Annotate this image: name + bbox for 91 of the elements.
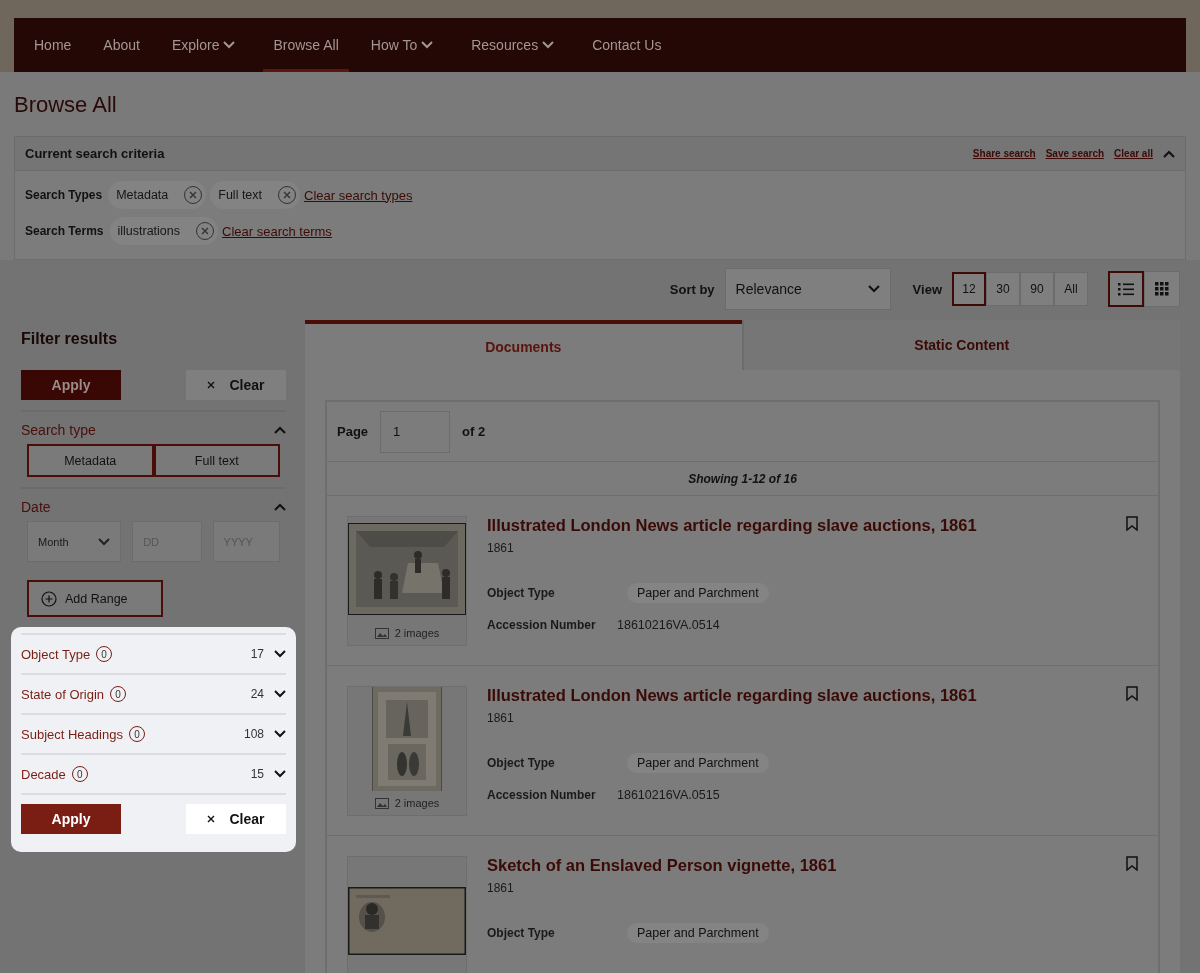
result-date: 1861 <box>487 711 515 725</box>
list-icon <box>1118 282 1134 296</box>
close-icon <box>201 227 210 235</box>
chevron-down-icon <box>274 690 286 698</box>
chip-label: Metadata <box>116 188 169 202</box>
apply-button[interactable]: Apply <box>21 804 121 834</box>
page-size-button[interactable]: 90 <box>1020 272 1054 306</box>
field-value: 18610216VA.0515 <box>617 788 721 802</box>
clear-link[interactable]: Clear search terms <box>222 223 332 239</box>
chevron-down-icon <box>98 537 111 546</box>
clear-button[interactable]: Clear <box>186 804 286 834</box>
page-size-button[interactable]: All <box>1054 272 1088 306</box>
clear-link[interactable]: Clear search types <box>304 187 413 203</box>
bookmark-icon[interactable] <box>1126 516 1138 531</box>
chip-label: Full text <box>218 188 263 202</box>
chip-label: illustrations <box>117 224 181 238</box>
thumbnail-card[interactable] <box>347 856 467 973</box>
facet-label[interactable]: State of Origin <box>21 686 105 702</box>
close-icon <box>189 191 198 199</box>
object-type-tag: Paper and Parchment <box>627 923 769 943</box>
nav-link[interactable]: Explore <box>161 18 246 72</box>
criteria-link[interactable]: Save search <box>1045 148 1105 159</box>
search-type-toggle[interactable]: Metadata <box>27 444 154 477</box>
nav-link[interactable]: About <box>93 18 150 72</box>
month-select[interactable]: Month <box>27 521 122 562</box>
bookmark-icon[interactable] <box>1126 856 1138 871</box>
chevron-down-icon <box>274 650 286 658</box>
results-count: Showing 1-12 of 16 <box>327 462 1158 496</box>
facet-count: 24 <box>250 687 264 701</box>
chevron-down-icon <box>274 730 286 738</box>
field-label: Object Type <box>487 586 556 600</box>
search-type-toggle[interactable]: Full text <box>153 444 280 477</box>
field-label: Object Type <box>487 756 556 770</box>
facet-label[interactable]: Decade <box>21 766 66 782</box>
image-icon <box>374 627 389 639</box>
view-label: View <box>912 281 942 297</box>
filter-title: Filter results <box>21 329 119 349</box>
chevron-down-icon <box>867 285 880 293</box>
close-icon <box>283 191 292 199</box>
thumbnail-card[interactable]: 2 images <box>347 686 467 816</box>
page-size-button[interactable]: 12 <box>952 272 986 306</box>
field-label: Accession Number <box>487 618 597 632</box>
apply-button[interactable]: Apply <box>21 370 121 400</box>
sort-label: Sort by <box>669 281 715 297</box>
image-count: 2 images <box>348 791 466 815</box>
nav-link[interactable]: Resources <box>461 18 565 72</box>
close-icon <box>207 815 216 823</box>
plus-circle-icon <box>41 590 57 607</box>
result-title[interactable]: Sketch of an Enslaved Person vignette, 1861 <box>487 856 837 875</box>
field-value: 18610216VA.0514 <box>617 618 721 632</box>
nav-link[interactable]: Home <box>24 18 82 72</box>
facet-label[interactable]: Subject Headings <box>21 726 123 742</box>
close-icon <box>207 381 216 389</box>
object-type-tag: Paper and Parchment <box>627 583 769 603</box>
grid-icon <box>1155 282 1169 296</box>
layout-button[interactable] <box>1108 271 1144 307</box>
object-type-tag: Paper and Parchment <box>627 753 769 773</box>
page-title: Browse All <box>14 91 118 119</box>
result-title[interactable]: Illustrated London News article regarding slave auctions, 1861 <box>487 686 977 705</box>
field-label: Accession Number <box>487 788 597 802</box>
clear-button[interactable]: Clear <box>186 370 286 400</box>
sort-select[interactable]: Relevance <box>724 268 891 310</box>
layout-button[interactable] <box>1144 271 1180 307</box>
result-date: 1861 <box>487 881 515 895</box>
section-title: Search type <box>21 422 96 438</box>
section-title: Date <box>21 499 51 515</box>
tab[interactable]: Static Content <box>741 320 1180 370</box>
panel-title: Current search criteria <box>25 146 166 161</box>
page-size-button[interactable]: 30 <box>986 272 1020 306</box>
page-total: of 2 <box>462 424 486 439</box>
page-label: Page <box>337 424 369 439</box>
criteria-label: Search Types <box>25 188 103 202</box>
result-title[interactable]: Illustrated London News article regarding slave auctions, 1861 <box>487 516 977 535</box>
facet-label[interactable]: Object Type <box>21 646 91 662</box>
field-label: Object Type <box>487 926 556 940</box>
chevron-down-icon <box>274 770 286 778</box>
image-icon <box>374 797 389 809</box>
page-input[interactable]: 1 <box>380 410 451 453</box>
nav-link[interactable]: How To <box>360 18 444 72</box>
add-range-button[interactable]: Add Range <box>27 580 163 617</box>
image-count: 2 images <box>348 621 466 645</box>
thumbnail-card[interactable]: 2 images <box>347 516 467 646</box>
result-date: 1861 <box>487 541 515 555</box>
nav-link[interactable]: Contact Us <box>582 18 672 72</box>
facet-count: 17 <box>250 647 264 661</box>
criteria-link[interactable]: Clear all <box>1114 148 1153 159</box>
bookmark-icon[interactable] <box>1126 686 1138 701</box>
facet-count: 108 <box>243 727 264 741</box>
facet-count: 15 <box>250 767 264 781</box>
criteria-link[interactable]: Share search <box>972 148 1036 159</box>
criteria-label: Search Terms <box>25 224 104 238</box>
